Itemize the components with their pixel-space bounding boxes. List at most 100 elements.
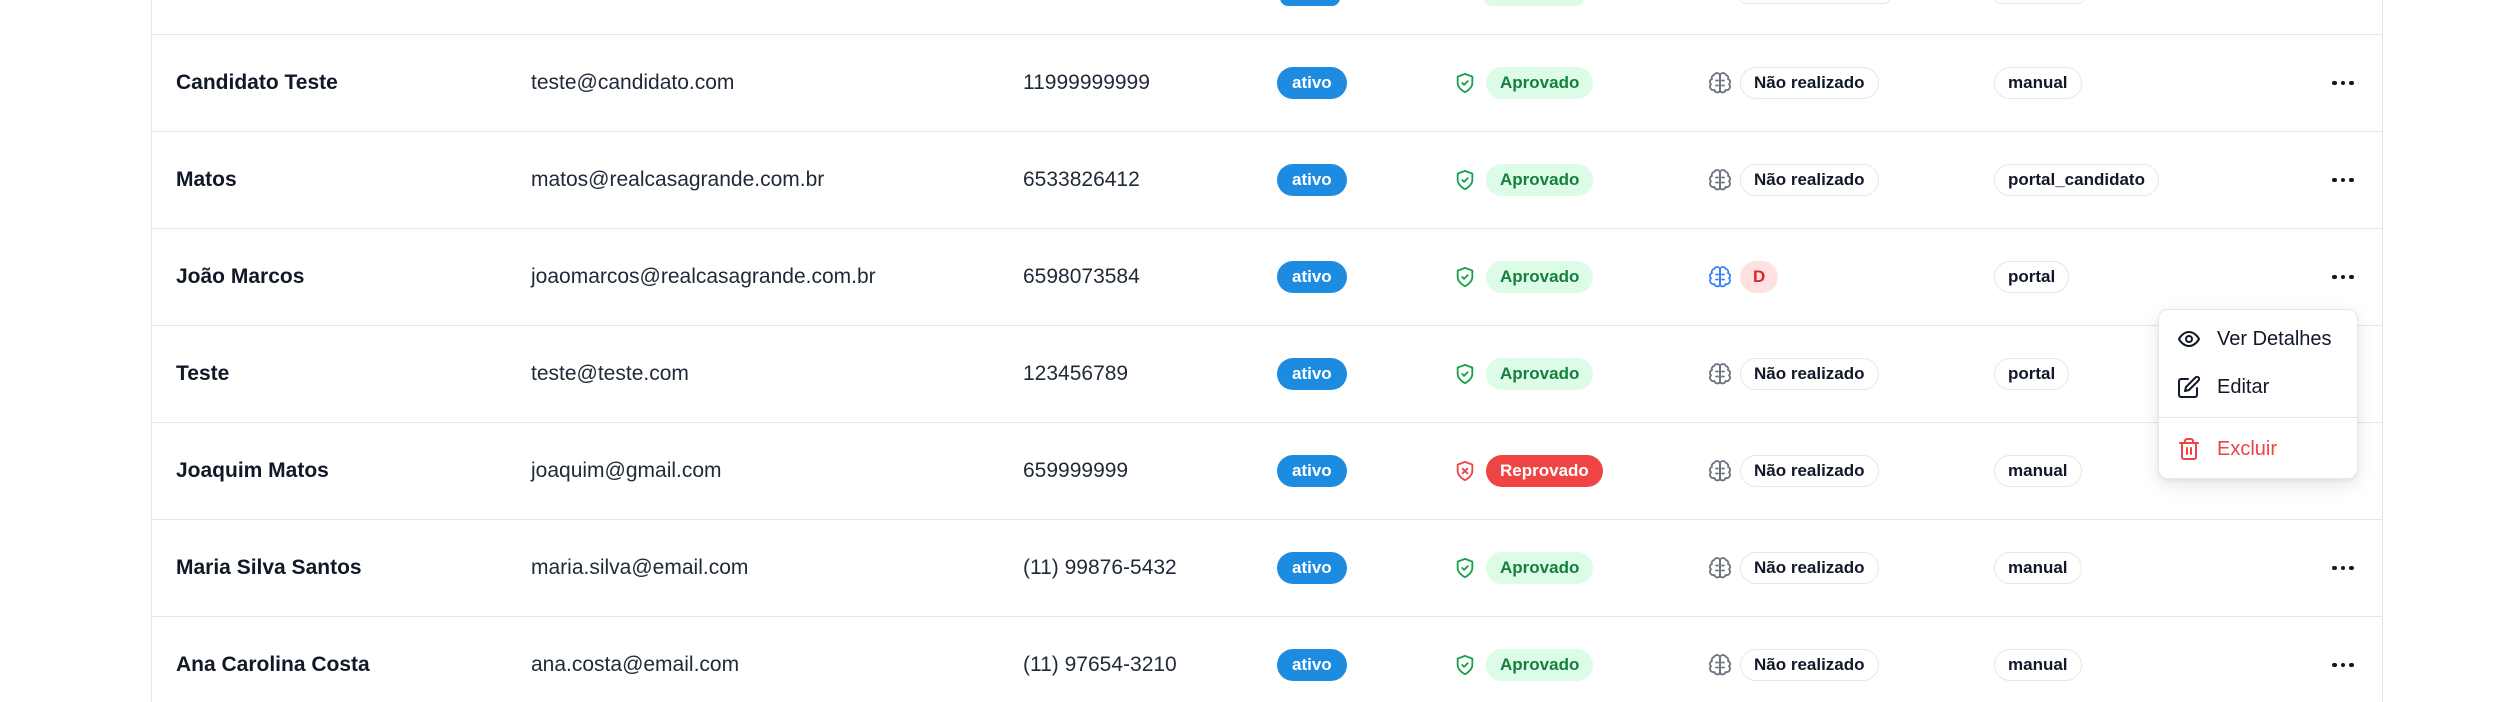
candidate-email: ana.costa@email.com (531, 653, 740, 676)
menu-item-label: Excluir (2217, 437, 2278, 460)
trash-icon (2179, 438, 2199, 460)
test-result-badge: D (1740, 261, 1779, 293)
origin-badge: manual (1994, 552, 2082, 584)
approval-cell: Aprovado (1454, 35, 1594, 131)
more-icon-dot (2340, 662, 2346, 668)
edit-icon (2178, 375, 2201, 398)
status-badge: ativo (1277, 67, 1347, 99)
shield-check-icon (1456, 169, 1474, 191)
table-row: João Marcos joaomarcos@realcasagrande.com… (152, 229, 2382, 326)
test-result-badge: Não realizado (1740, 67, 1879, 99)
origin-badge: manual (1994, 67, 2082, 99)
status-badge: ativo (1277, 164, 1347, 196)
test-result-badge: Não realizado (1740, 455, 1879, 487)
candidate-name: João Marcos (176, 265, 305, 288)
more-icon-dot (2340, 80, 2346, 86)
menu-item-edit[interactable]: Editar (2159, 365, 2357, 409)
candidate-name: Matos (176, 168, 237, 191)
more-actions-button[interactable] (2325, 65, 2361, 101)
approval-cell: Aprovado (1454, 326, 1594, 422)
candidate-phone: (11) 97654-3210 (1023, 653, 1177, 676)
more-icon-dot (2340, 177, 2346, 183)
candidate-name: Teste (176, 362, 230, 385)
status-badge: ativo (1277, 358, 1347, 390)
origin-badge: portal_candidato (1994, 164, 2159, 196)
candidate-phone: 123456789 (1023, 362, 1129, 385)
approval-badge: Aprovado (1486, 552, 1594, 584)
approval-badge: Aprovado (1486, 358, 1594, 390)
approval-badge: Aprovado (1486, 67, 1594, 99)
candidate-email: teste@candidato.com (531, 71, 735, 94)
candidate-phone: (11) 99876-5432 (1023, 556, 1177, 579)
table-row: Maria Silva Santos maria.silva@email.com (… (152, 520, 2382, 617)
candidate-email: matos@realcasagrande.com.br (531, 168, 825, 191)
candidate-name: Joaquim Matos (176, 459, 329, 482)
more-icon-dot (2349, 565, 2354, 571)
test-result-badge: Não realizado (1740, 358, 1879, 390)
origin-badge: portal (1994, 358, 2070, 390)
test-cell: Não realizado (1708, 617, 1879, 702)
table-row: Ana Carolina Costa ana.costa@email.com (11… (152, 617, 2382, 702)
menu-item-delete[interactable]: Excluir (2159, 427, 2357, 471)
more-icon-dot (2340, 274, 2346, 280)
more-actions-button[interactable] (2325, 259, 2361, 295)
more-icon-dot (2340, 565, 2346, 571)
more-icon-dot (2332, 177, 2337, 183)
candidate-name: Candidato Teste (176, 71, 338, 94)
candidate-email: joaquim@gmail.com (531, 459, 722, 482)
eye-icon (2178, 331, 2200, 347)
brain-icon (1709, 363, 1731, 385)
more-actions-button[interactable] (2325, 162, 2361, 198)
more-icon-dot (2349, 274, 2354, 280)
test-cell: Não realizado (1708, 132, 1879, 228)
table-row: Joaquim Matos joaquim@gmail.com 659999999 a… (152, 423, 2382, 520)
candidate-email: teste@teste.com (531, 362, 689, 385)
menu-item-view-details[interactable]: Ver Detalhes (2159, 317, 2357, 361)
test-cell: Não realizado (1708, 520, 1879, 616)
more-icon-dot (2332, 80, 2337, 86)
more-actions-button[interactable] (2325, 647, 2361, 683)
candidate-phone: 659999999 (1023, 459, 1129, 482)
candidate-phone: 6533826412 (1023, 168, 1140, 191)
approval-badge: Aprovado (1486, 164, 1594, 196)
table-row-partial (152, 0, 2382, 35)
candidate-phone: 11999999999 (1023, 71, 1150, 94)
origin-badge: manual (1994, 649, 2082, 681)
shield-check-icon (1456, 557, 1474, 579)
candidates-table: Candidato Teste teste@candidato.com 119999… (151, 0, 2383, 702)
more-icon-dot (2349, 662, 2354, 668)
menu-item-label: Editar (2217, 375, 2270, 398)
candidate-email: joaomarcos@realcasagrande.com.br (531, 265, 876, 288)
status-badge: ativo (1277, 552, 1347, 584)
origin-badge: manual (1994, 455, 2082, 487)
more-icon-dot (2349, 80, 2354, 86)
test-cell: Não realizado (1708, 35, 1879, 131)
approval-cell: Aprovado (1454, 229, 1594, 325)
candidate-name: Ana Carolina Costa (176, 653, 370, 676)
brain-icon (1709, 460, 1731, 482)
approval-badge: Aprovado (1486, 261, 1594, 293)
more-icon-dot (2332, 662, 2337, 668)
origin-badge: portal (1994, 261, 2070, 293)
more-actions-button[interactable] (2325, 550, 2361, 586)
test-cell: D (1708, 229, 1779, 325)
approval-badge: Reprovado (1486, 455, 1603, 487)
brain-icon (1709, 557, 1731, 579)
menu-item-label: Ver Detalhes (2217, 327, 2332, 350)
candidate-phone: 6598073584 (1023, 265, 1140, 288)
table-row: Matos matos@realcasagrande.com.br 65338264… (152, 132, 2382, 229)
more-icon-dot (2332, 274, 2337, 280)
test-result-badge: Não realizado (1740, 552, 1879, 584)
approval-cell: Aprovado (1454, 132, 1594, 228)
shield-check-icon (1456, 72, 1474, 94)
status-badge: ativo (1277, 649, 1347, 681)
status-badge: ativo (1277, 261, 1347, 293)
table-row: Teste teste@teste.com 123456789 ativo Aprova… (152, 326, 2382, 423)
more-icon-dot (2349, 177, 2354, 183)
test-result-badge: Não realizado (1740, 164, 1879, 196)
status-badge: ativo (1277, 455, 1347, 487)
test-result-badge: Não realizado (1740, 649, 1879, 681)
test-cell: Não realizado (1708, 423, 1879, 519)
approval-cell: Reprovado (1454, 423, 1603, 519)
shield-x-icon (1456, 460, 1474, 482)
